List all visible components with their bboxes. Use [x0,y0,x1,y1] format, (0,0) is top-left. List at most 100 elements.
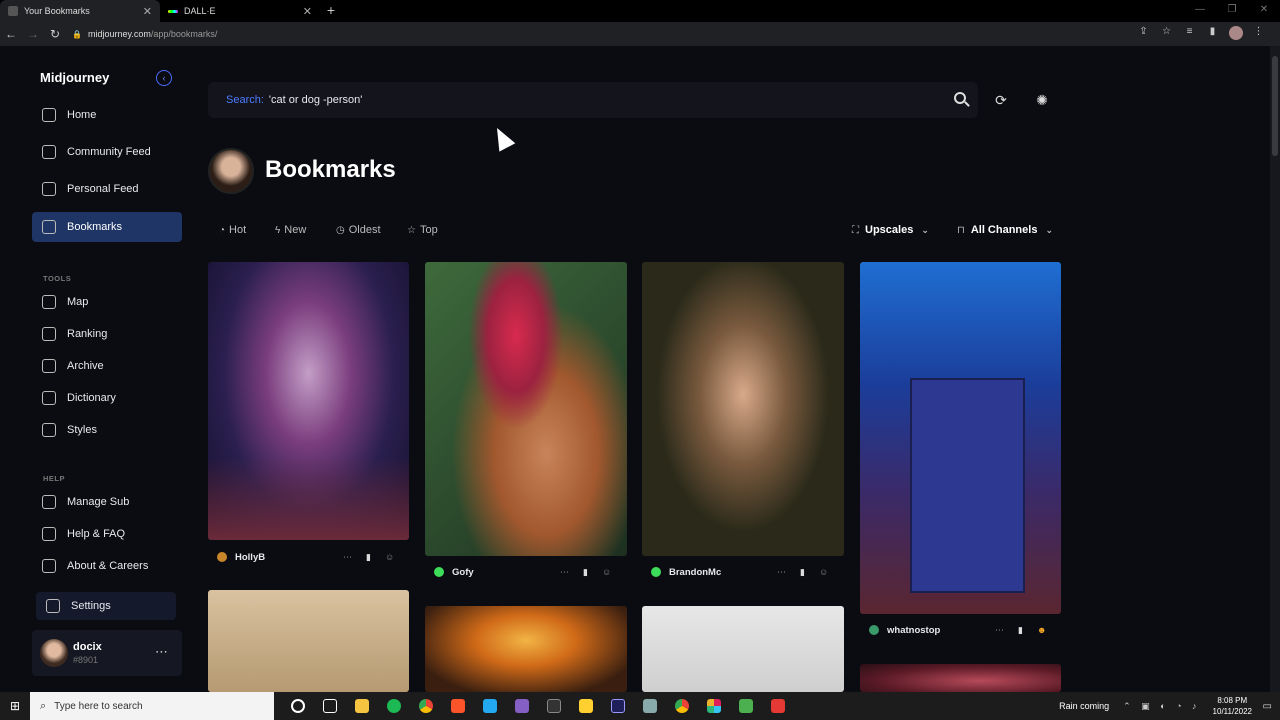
refresh-icon[interactable]: ⟳ [991,90,1011,110]
minimize-icon[interactable]: — [1184,0,1216,20]
card-user[interactable]: Gofy [452,567,474,578]
slack-icon[interactable] [698,692,730,720]
windows-start-icon[interactable]: ⊞ [0,699,30,713]
sidebar-item-ranking[interactable]: Ranking [32,319,182,349]
recorder-icon[interactable] [762,692,794,720]
sidebar-item-label: Manage Sub [67,496,130,508]
clock[interactable]: 8:08 PM 10/11/2022 [1213,695,1252,717]
sidebar-item-styles[interactable]: Styles [32,415,182,445]
sort-oldest[interactable]: ◷ Oldest [336,224,381,236]
reaction-icon[interactable]: ☺ [819,567,828,577]
sidebar-item-dictionary[interactable]: Dictionary [32,383,182,413]
sort-label: New [284,224,307,236]
more-icon[interactable]: ⋯ [995,625,1004,636]
reload-icon[interactable]: ↻ [44,27,66,41]
bookmark-icon[interactable]: ▮ [366,552,371,563]
reaction-icon[interactable]: ☻ [1037,625,1046,635]
app-icon[interactable] [634,692,666,720]
card-user[interactable]: whatnostop [887,625,940,636]
more-options-icon[interactable]: ⋯ [155,644,168,660]
more-icon[interactable]: ⋯ [777,567,786,578]
sidebar-item-help-faq[interactable]: Help & FAQ [32,519,182,549]
url-field[interactable]: 🔒 midjourney.com/app/bookmarks/ [72,29,1132,39]
notification-icon[interactable]: ▭ [1263,701,1272,712]
miro-icon[interactable] [570,692,602,720]
more-icon[interactable]: ⋯ [343,552,352,563]
visual-studio-icon[interactable] [506,692,538,720]
close-tab-icon[interactable]: ✕ [143,5,152,18]
sidebar-item-label: About & Careers [67,560,149,572]
vscode-icon[interactable] [474,692,506,720]
sidebar-item-bookmarks[interactable]: Bookmarks [32,212,182,242]
bookmark-image-1[interactable] [208,262,409,540]
sidebar: Midjourney ‹ Home Community Feed Persona… [0,46,192,692]
settings-button[interactable]: Settings [36,592,176,620]
spotify-icon[interactable] [378,692,410,720]
tab-dalle[interactable]: DALL·E ✕ [160,0,320,22]
search-bar[interactable]: Search: 'cat or dog -person' [208,82,978,118]
user-card[interactable]: docix #8901 ⋯ [32,630,182,676]
reaction-icon[interactable]: ☺ [385,552,394,562]
forward-icon[interactable]: → [22,27,44,41]
chrome-icon[interactable] [410,692,442,720]
search-icon[interactable] [954,92,966,104]
weather-widget[interactable]: Rain coming [1059,701,1109,711]
more-icon[interactable]: ⋯ [560,567,569,578]
after-effects-icon[interactable] [602,692,634,720]
channels-dropdown[interactable]: ⊓ All Channels ⌄ [957,224,1053,236]
sort-hot[interactable]: ◔ Hot [219,224,246,236]
bookmark-image-5[interactable] [208,590,409,692]
reading-list-icon[interactable]: ≡ [1178,26,1201,43]
sidebar-item-label: Personal Feed [67,183,139,195]
tab-bookmarks[interactable]: Your Bookmarks ✕ [0,0,160,22]
bookmark-image-3[interactable] [642,262,844,556]
close-tab-icon[interactable]: ✕ [303,5,312,18]
sidebar-item-manage-sub[interactable]: Manage Sub [32,487,182,517]
sidebar-item-map[interactable]: Map [32,287,182,317]
terminal-icon[interactable] [538,692,570,720]
cortana-icon[interactable] [282,692,314,720]
bookmark-image-8[interactable] [860,664,1061,692]
scrollbar-thumb[interactable] [1272,56,1278,156]
collapse-sidebar-icon[interactable]: ‹ [156,70,172,86]
sidebar-item-home[interactable]: Home [32,100,182,130]
theme-toggle-icon[interactable]: ✺ [1032,90,1052,110]
taskbar-search[interactable]: ⌕ Type here to search [30,692,274,720]
search-input[interactable]: 'cat or dog -person' [269,94,362,106]
reaction-icon[interactable]: ☺ [602,567,611,577]
share-icon[interactable]: ⇪ [1132,26,1155,43]
card-user[interactable]: BrandonMc [669,567,721,578]
upscales-dropdown[interactable]: ⛶ Upscales ⌄ [852,224,929,236]
taskbar-search-input[interactable]: Type here to search [54,701,142,712]
user-status-dot [217,552,227,562]
scrollbar[interactable] [1270,46,1280,692]
bookmark-image-7[interactable] [642,606,844,692]
bookmark-image-6[interactable] [425,606,627,692]
chrome-profile-icon[interactable] [666,692,698,720]
bookmark-icon[interactable]: ▮ [1018,625,1023,636]
bookmark-icon[interactable]: ▮ [800,567,805,578]
camtasia-icon[interactable] [730,692,762,720]
profile-avatar[interactable] [1224,25,1247,43]
bookmark-image-4[interactable] [860,262,1061,614]
sort-top[interactable]: ☆ Top [407,224,438,236]
close-window-icon[interactable]: ✕ [1248,0,1280,20]
sort-new[interactable]: ϟ New [275,224,306,236]
sidebar-item-personal-feed[interactable]: Personal Feed [32,174,182,204]
bookmark-image-2[interactable] [425,262,627,556]
menu-icon[interactable]: ⋮ [1247,26,1270,43]
bookmark-icon[interactable]: ▮ [583,567,588,578]
new-tab-icon[interactable]: + [320,0,342,22]
back-icon[interactable]: ← [0,27,22,41]
card-user[interactable]: HollyB [235,552,265,563]
side-panel-icon[interactable]: ▮ [1201,26,1224,43]
star-icon[interactable]: ☆ [1155,26,1178,43]
sidebar-item-about-careers[interactable]: About & Careers [32,551,182,581]
task-view-icon[interactable] [314,692,346,720]
file-explorer-icon[interactable] [346,692,378,720]
sidebar-item-community-feed[interactable]: Community Feed [32,137,182,167]
sidebar-item-archive[interactable]: Archive [32,351,182,381]
maximize-icon[interactable]: ❐ [1216,0,1248,20]
brave-icon[interactable] [442,692,474,720]
tray-icons[interactable]: ⌃ ▣ ◐ ◔ ♪ [1123,701,1200,712]
